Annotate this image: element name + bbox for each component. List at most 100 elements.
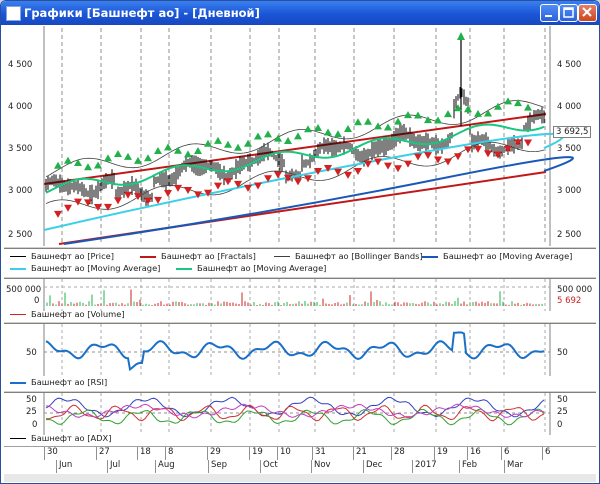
fractal-down-marker <box>304 175 312 183</box>
fractal-down-marker <box>404 160 412 168</box>
legend-item: Башнефт ао [Bollinger Bands] <box>274 251 423 261</box>
fractal-up-marker <box>174 146 182 154</box>
fractal-down-marker <box>504 145 512 153</box>
legend-item: Башнефт ао [Volume] <box>10 309 125 319</box>
volume-panel[interactable]: 500 000 0 500 000 5 692 Башнефт ао [Volu… <box>4 279 596 321</box>
legend-item: Башнефт ао [Moving Average] <box>176 263 326 273</box>
legend-item: Башнефт ао [Fractals] <box>140 251 256 261</box>
month-label: Mar <box>504 460 523 473</box>
price-legend: Башнефт ао [Price] Башнефт ао [Fractals]… <box>4 249 596 276</box>
maximize-button[interactable] <box>559 4 578 22</box>
month-label: Nov <box>311 460 331 473</box>
time-axis[interactable]: 30 27 18 8 29 19 10 31 21 28 19 16 6 6 J… <box>4 446 596 475</box>
fractal-down-marker <box>144 197 152 205</box>
fractal-down-marker <box>394 165 402 173</box>
close-icon <box>582 7 592 17</box>
day-label: 8 <box>165 447 173 460</box>
chart-area: 4 500 4 000 3 500 3 000 2 500 4 500 4 00… <box>4 26 596 482</box>
price-panel[interactable]: 4 500 4 000 3 500 3 000 2 500 4 500 4 00… <box>4 26 596 246</box>
rsi-panel[interactable]: 50 50 Башнефт ао [RSI] <box>4 324 596 390</box>
rsi-line <box>45 331 545 372</box>
fractal-down-marker <box>434 156 442 164</box>
fractal-up-marker <box>334 130 342 138</box>
fractal-up-marker <box>154 147 162 155</box>
fractal-up-marker <box>474 109 482 117</box>
adx-line <box>46 404 545 422</box>
fractal-down-marker <box>474 145 482 153</box>
volume-y-tick-right: 500 000 <box>557 285 593 295</box>
fractal-up-marker <box>164 143 172 151</box>
adx-line <box>45 403 545 419</box>
adx-y-tick-right: 25 <box>557 407 568 417</box>
fractal-up-marker <box>444 110 452 118</box>
month-label: Oct <box>260 460 278 473</box>
price-y-tick: 3 000 <box>8 186 33 196</box>
volume-last-value: 5 692 <box>557 296 582 306</box>
legend-swatch <box>422 255 438 258</box>
last-price-label: 3 692,5 <box>553 126 592 138</box>
fractal-up-marker <box>194 147 202 155</box>
fractal-down-marker <box>414 153 422 161</box>
title-bar[interactable]: Графики [Башнефт ао] - [Дневной] <box>1 1 599 25</box>
legend-swatch <box>10 381 26 384</box>
price-y-tick: 4 500 <box>8 60 33 70</box>
fractal-up-marker <box>414 111 422 119</box>
fractal-up-marker <box>434 116 442 124</box>
fractal-down-marker <box>224 178 232 186</box>
fractal-up-marker <box>364 117 372 125</box>
volume-y-tick: 500 000 <box>6 285 42 295</box>
horizontal-scrollbar[interactable] <box>4 474 596 482</box>
adx-y-tick: 50 <box>26 395 37 405</box>
fractal-down-marker <box>244 184 252 192</box>
fractal-down-marker <box>344 171 352 179</box>
fractal-up-marker <box>457 32 465 40</box>
day-label: 27 <box>96 447 110 460</box>
fractal-up-marker <box>524 103 532 111</box>
minimize-icon <box>545 15 552 17</box>
fractal-down-marker <box>444 158 452 166</box>
adx-y-tick: 25 <box>26 407 37 417</box>
fractal-down-marker <box>274 171 282 179</box>
fractal-down-marker <box>164 189 172 197</box>
price-y-tick: 3 500 <box>8 144 33 154</box>
time-axis-days: 30 27 18 8 29 19 10 31 21 28 19 16 6 6 <box>4 447 596 460</box>
fractal-up-marker <box>144 154 152 162</box>
chart-window: Графики [Башнефт ао] - [Дневной] 4 500 4… <box>0 0 600 484</box>
fractal-down-marker <box>354 167 362 175</box>
month-label: Feb <box>459 460 477 473</box>
close-button[interactable] <box>578 4 597 22</box>
rsi-y-tick: 50 <box>26 348 37 358</box>
app-icon <box>6 6 21 21</box>
month-label: Aug <box>155 460 175 473</box>
month-label: Sep <box>208 460 227 473</box>
fractal-up-marker <box>354 118 362 126</box>
adx-panel[interactable]: 50 25 0 50 25 0 Башнефт ао [ADX] <box>4 393 596 446</box>
fractal-down-marker <box>424 152 432 160</box>
fractal-down-marker <box>294 178 302 186</box>
price-y-tick-right: 4 500 <box>557 60 582 70</box>
fractal-up-marker <box>214 136 222 144</box>
minimize-button[interactable] <box>540 4 559 22</box>
fractal-down-marker <box>174 184 182 192</box>
legend-swatch <box>10 267 26 270</box>
fractal-down-marker <box>514 139 522 147</box>
rsi-chart <box>43 324 551 376</box>
adx-y-tick-right: 50 <box>557 395 568 405</box>
fractal-up-marker <box>304 125 312 133</box>
fractal-up-marker <box>294 132 302 140</box>
fractal-down-marker <box>114 197 122 205</box>
day-label: 6 <box>501 447 509 460</box>
fractal-up-marker <box>234 143 242 151</box>
legend-swatch <box>274 256 290 257</box>
day-label: 16 <box>467 447 481 460</box>
price-y-tick-right: 2 500 <box>557 230 582 240</box>
fractal-up-marker <box>284 137 292 145</box>
fractal-up-marker <box>384 123 392 131</box>
rsi-y-tick-right: 50 <box>557 348 568 358</box>
fractal-down-marker <box>214 182 222 190</box>
legend-item: Башнефт ао [Moving Average] <box>422 251 572 261</box>
fractal-down-marker <box>374 158 382 166</box>
day-label: 19 <box>249 447 263 460</box>
fractal-down-marker <box>364 160 372 168</box>
fractal-down-marker <box>154 196 162 204</box>
